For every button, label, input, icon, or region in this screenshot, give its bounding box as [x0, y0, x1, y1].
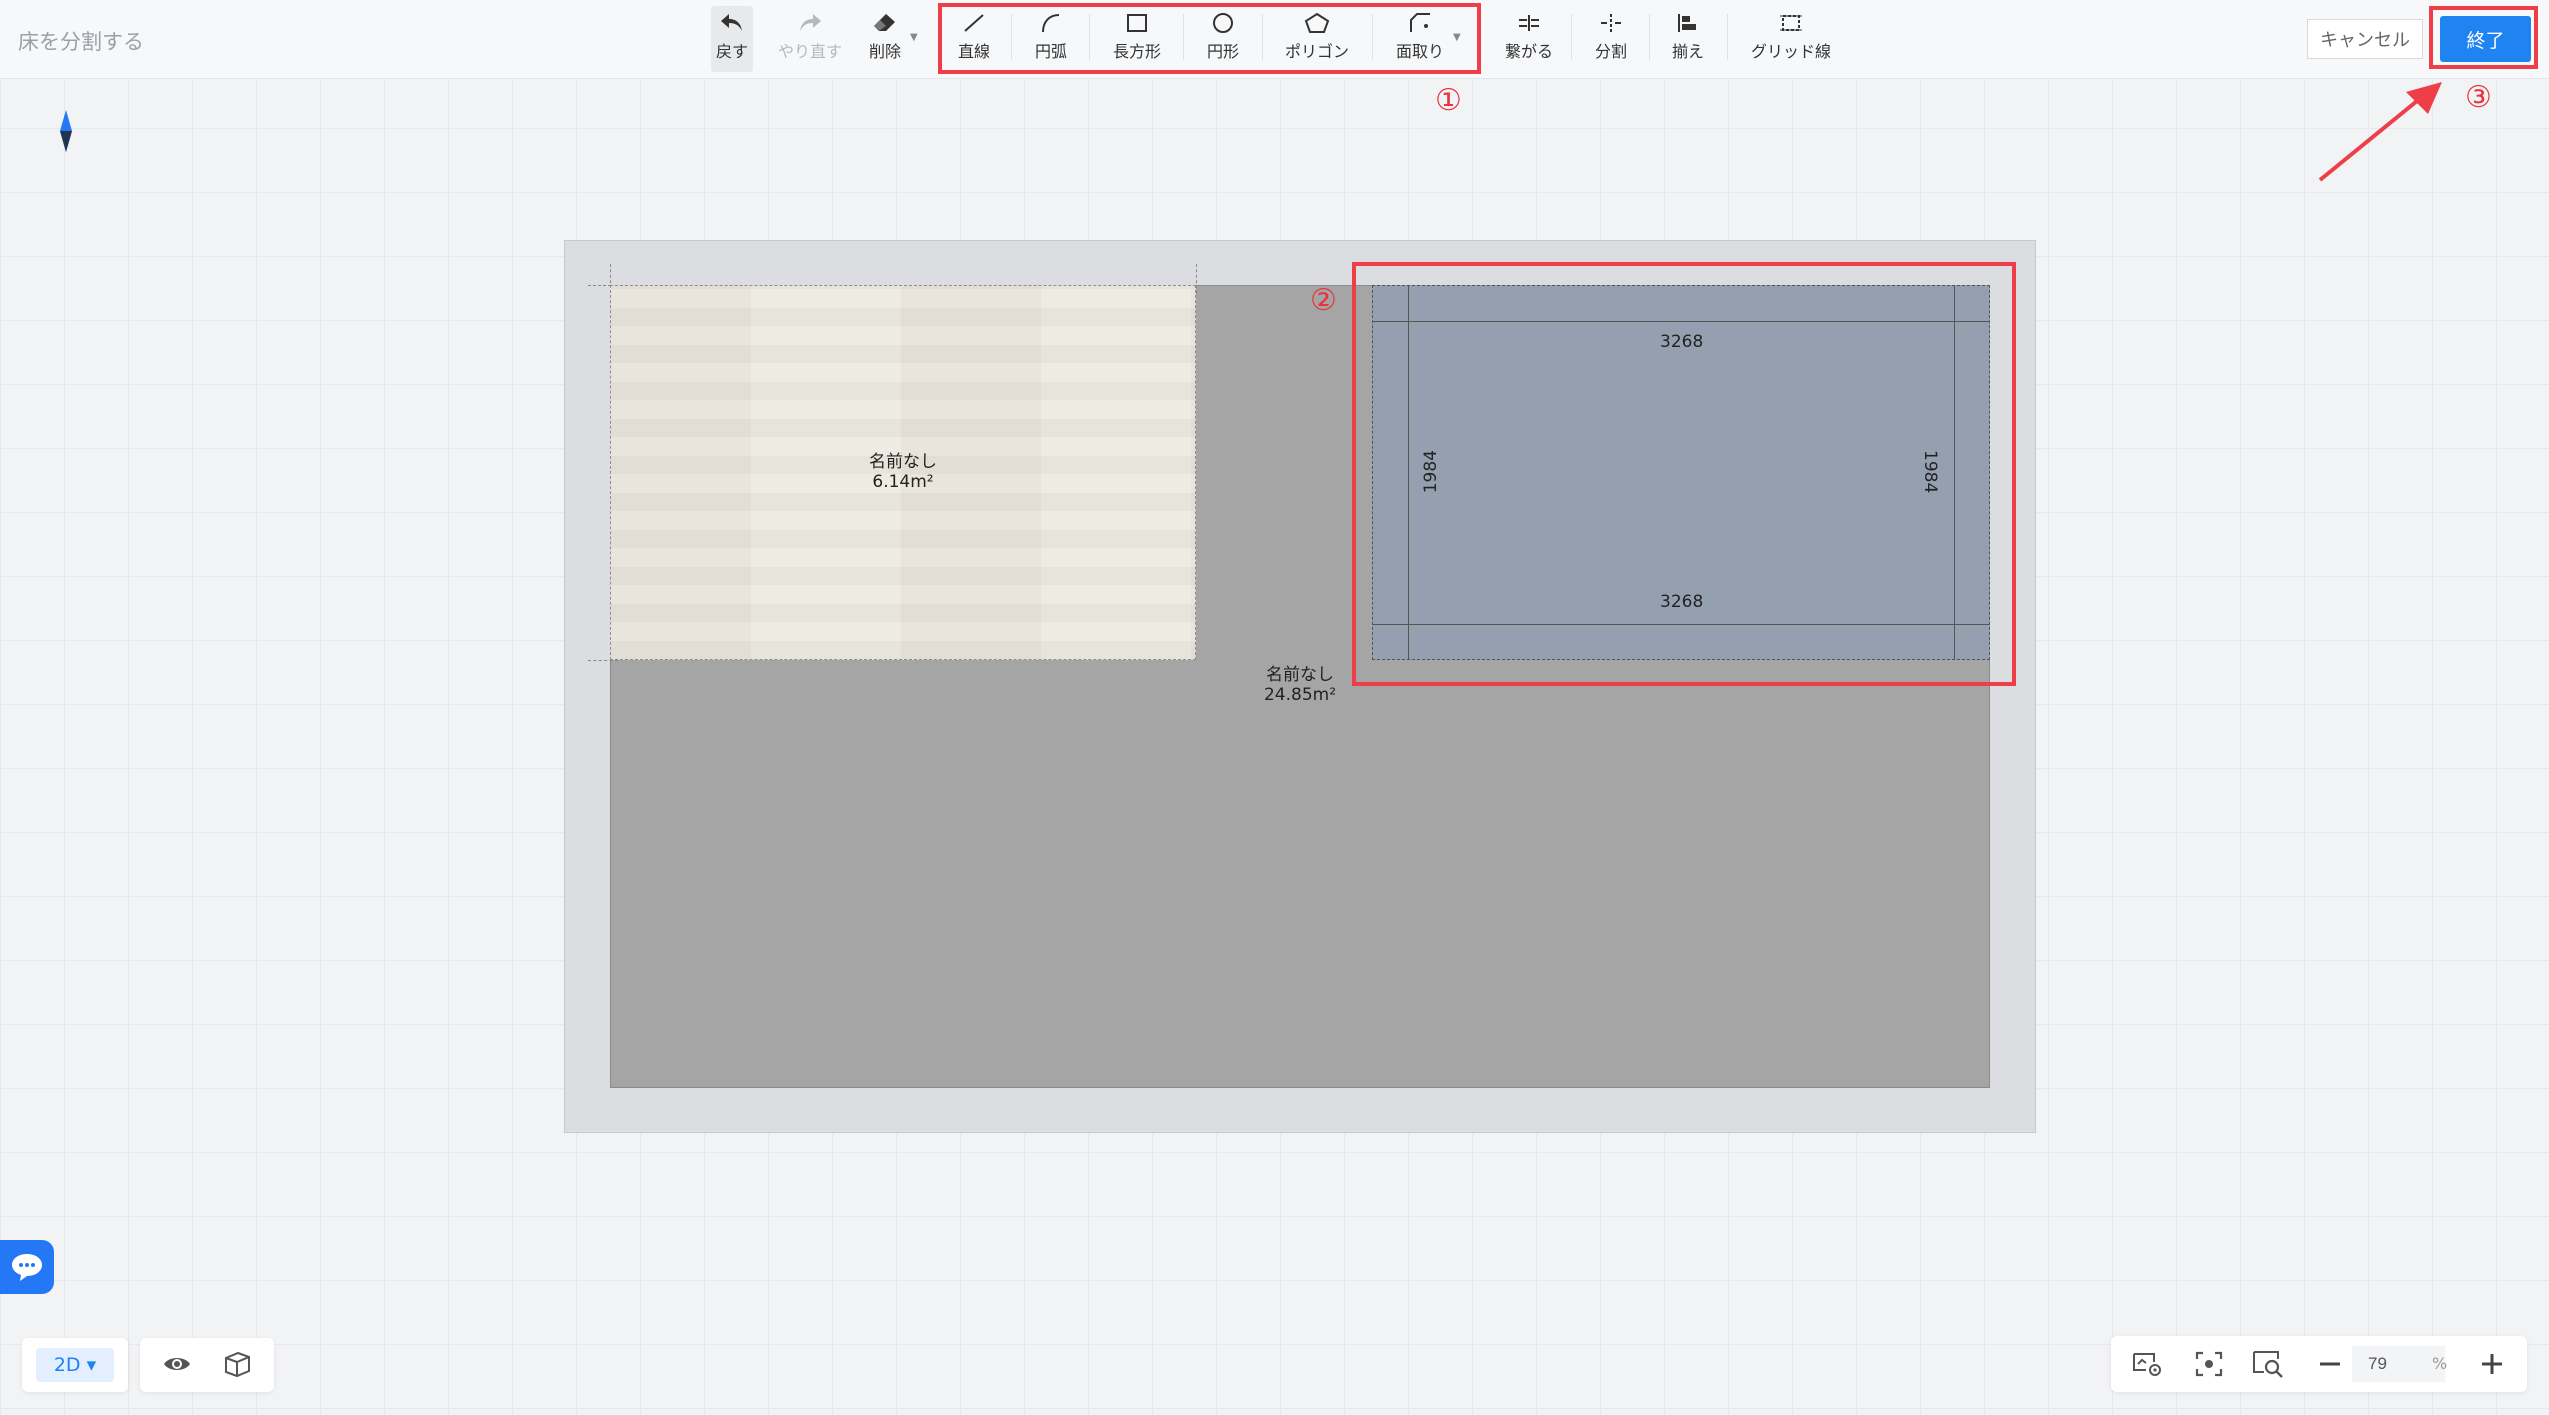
grid-icon — [1780, 15, 1802, 31]
toolbar-divider — [1571, 14, 1572, 60]
view-settings-icon[interactable] — [2132, 1350, 2164, 1378]
step-marker-3: ③ — [2465, 80, 2492, 115]
fit-view-icon[interactable] — [2194, 1350, 2224, 1378]
compass-icon — [60, 110, 72, 152]
cube-view-icon[interactable] — [222, 1350, 252, 1378]
zoom-out-icon[interactable] — [2318, 1354, 2342, 1374]
top-toolbar: 床を分割する 戻す やり直す 削除 ▼ 直線 円弧 長方形 円形 ポリゴン 面取… — [0, 0, 2549, 79]
view-mode-dropdown[interactable]: 2D ▾ — [36, 1348, 114, 1382]
align-button[interactable]: 揃え — [1667, 6, 1709, 72]
display-panel — [140, 1338, 274, 1392]
chevron-down-icon[interactable]: ▼ — [910, 32, 918, 43]
split-icon — [1601, 14, 1621, 32]
connect-button[interactable]: 繋がる — [1501, 6, 1557, 72]
room-label-1: 名前なし 6.14m² — [843, 452, 963, 492]
extension-line — [588, 660, 618, 661]
highlight-selected-room — [1352, 262, 2016, 686]
align-icon — [1678, 14, 1696, 32]
highlight-finish-button — [2429, 6, 2538, 69]
page-title: 床を分割する — [18, 30, 144, 54]
chat-bubble-icon — [12, 1254, 42, 1281]
highlight-drawing-tools — [938, 3, 1481, 74]
chat-button[interactable] — [0, 1240, 54, 1294]
redo-icon — [800, 14, 821, 31]
split-button[interactable]: 分割 — [1590, 6, 1632, 72]
redo-button[interactable]: やり直す — [770, 6, 850, 72]
room-area: 6.14m² — [872, 472, 934, 492]
zoom-in-icon[interactable] — [2480, 1352, 2504, 1376]
delete-button[interactable]: 削除 — [864, 6, 906, 72]
eye-icon[interactable] — [162, 1352, 192, 1376]
undo-button[interactable]: 戻す — [711, 6, 753, 72]
gridline-button[interactable]: グリッド線 — [1745, 6, 1837, 72]
room-name: 名前なし — [869, 452, 937, 472]
undo-icon — [721, 14, 742, 31]
step-marker-2: ② — [1310, 283, 1337, 318]
step-marker-1: ① — [1435, 83, 1462, 118]
toolbar-divider — [1727, 14, 1728, 60]
connect-icon — [1519, 15, 1539, 31]
arrow-annotation — [2318, 82, 2442, 182]
room-area: 24.85m² — [1263, 685, 1337, 705]
extension-line — [1196, 264, 1197, 294]
cancel-button[interactable]: キャンセル — [2307, 19, 2423, 59]
room-label-2: 名前なし 24.85m² — [1240, 665, 1360, 705]
toolbar-divider — [1649, 14, 1650, 60]
zoom-search-icon[interactable] — [2252, 1349, 2286, 1379]
room-name: 名前なし — [1266, 665, 1334, 685]
eraser-icon — [874, 14, 895, 31]
zoom-unit: % — [2432, 1354, 2448, 1373]
